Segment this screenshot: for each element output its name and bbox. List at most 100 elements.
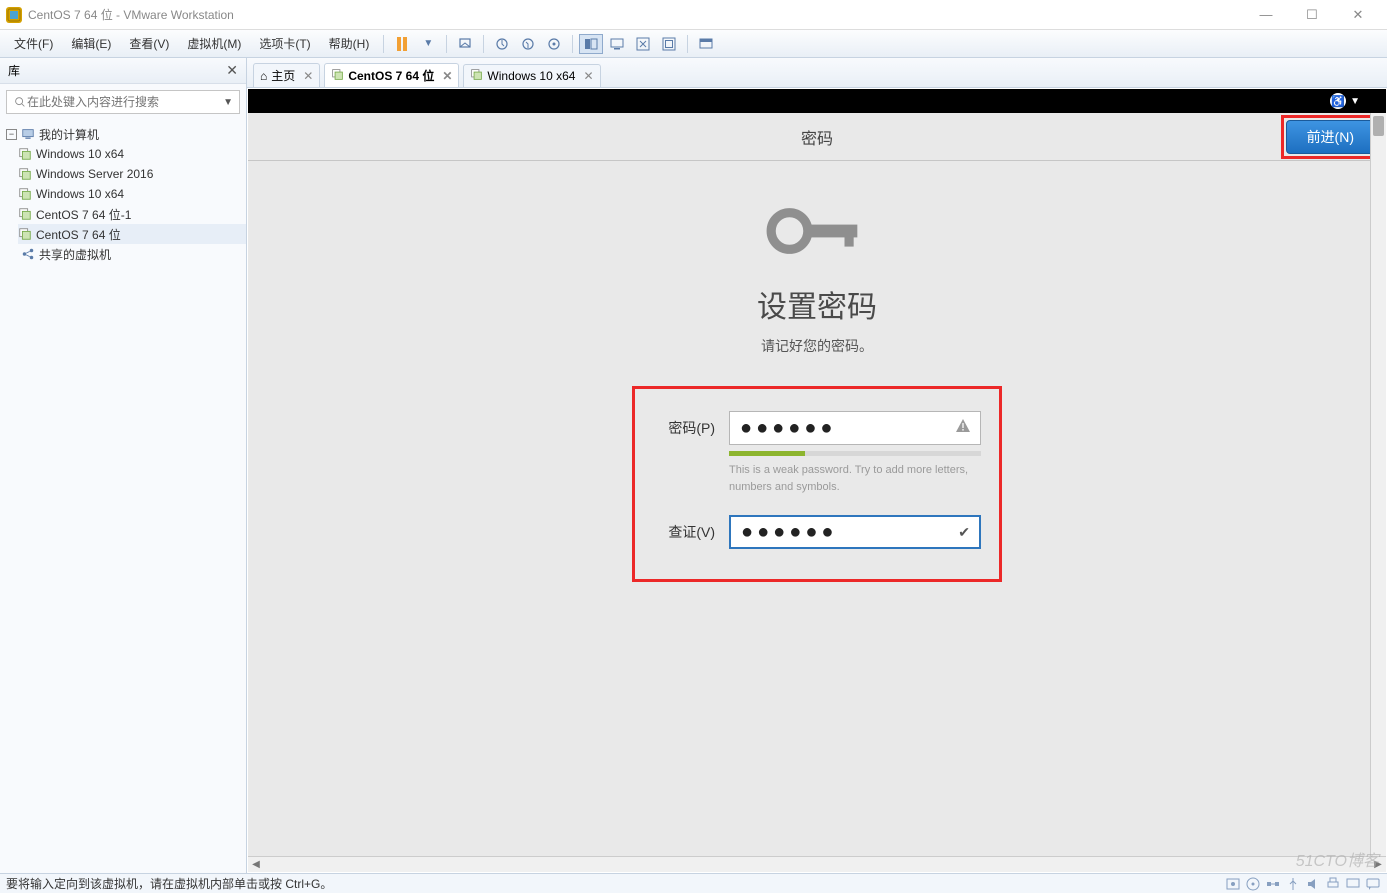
watermark: 51CTO博客 (1296, 847, 1379, 871)
minimize-button[interactable]: — (1243, 0, 1289, 30)
message-icon[interactable] (1365, 876, 1381, 892)
search-input[interactable] (27, 95, 223, 109)
verify-input[interactable]: ●●●●●● ✔ (729, 515, 981, 549)
sidebar-header: 库 ✕ (0, 58, 246, 84)
network-icon[interactable] (1265, 876, 1281, 892)
vm-icon (18, 147, 32, 161)
vm-icon (18, 207, 32, 221)
tab-windows[interactable]: Windows 10 x64✕ (463, 64, 600, 87)
tree-item-vm-selected[interactable]: CentOS 7 64 位 (18, 224, 246, 244)
verify-label: 查证(V) (653, 522, 715, 542)
divider (446, 35, 447, 53)
status-text: 要将输入定向到该虚拟机，请在虚拟机内部单击或按 Ctrl+G。 (6, 875, 332, 892)
snapshot-revert-button[interactable] (542, 34, 566, 54)
password-strength-bar (729, 451, 981, 456)
tab-close-icon[interactable]: ✕ (583, 69, 593, 83)
vm-tree: − 我的计算机 Windows 10 x64 Windows Server 20… (0, 120, 246, 268)
scroll-left-icon[interactable]: ◀ (248, 857, 264, 873)
home-icon: ⌂ (260, 69, 267, 83)
tree-item-label: Windows 10 x64 (36, 187, 124, 201)
close-button[interactable]: ✕ (1335, 0, 1381, 30)
thumbnail-button[interactable] (579, 34, 603, 54)
right-pane: ⌂主页✕ CentOS 7 64 位 ✕ Windows 10 x64✕ ♿ ▼ … (247, 58, 1387, 873)
disk-icon[interactable] (1225, 876, 1241, 892)
tree-item-label: CentOS 7 64 位 (36, 226, 121, 243)
tab-home[interactable]: ⌂主页✕ (253, 63, 320, 87)
printer-icon[interactable] (1325, 876, 1341, 892)
password-hint: This is a weak password. Try to add more… (729, 462, 981, 495)
next-button[interactable]: 前进(N) (1286, 120, 1375, 154)
search-box[interactable]: ▼ (6, 90, 240, 114)
warning-icon (955, 418, 971, 439)
computer-icon (21, 127, 35, 141)
scrollbar-horizontal[interactable]: ◀ ▶ (248, 856, 1386, 872)
tab-label: CentOS 7 64 位 (348, 67, 434, 84)
display-icon[interactable] (1345, 876, 1361, 892)
tree-item-label: CentOS 7 64 位-1 (36, 206, 131, 223)
tree-item-label: Windows Server 2016 (36, 167, 153, 181)
sidebar-header-label: 库 (8, 62, 20, 79)
tree-root-shared[interactable]: − 共享的虚拟机 (0, 244, 246, 264)
tab-close-icon[interactable]: ✕ (442, 69, 452, 83)
titlebar: CentOS 7 64 位 - VMware Workstation — ☐ ✕ (0, 0, 1387, 30)
cd-icon[interactable] (1245, 876, 1261, 892)
scroll-thumb[interactable] (1373, 116, 1384, 136)
password-value: ●●●●●● (740, 417, 836, 440)
accessibility-icon[interactable]: ♿ (1330, 93, 1346, 109)
tree-root-label: 我的计算机 (39, 126, 99, 143)
tree-item-vm[interactable]: Windows 10 x64 (18, 144, 246, 164)
usb-icon[interactable] (1285, 876, 1301, 892)
fullscreen-button[interactable] (657, 34, 681, 54)
sidebar-close-button[interactable]: ✕ (226, 62, 238, 79)
menu-file[interactable]: 文件(F) (6, 31, 61, 56)
tree-item-vm[interactable]: Windows Server 2016 (18, 164, 246, 184)
console-button[interactable] (605, 34, 629, 54)
snapshot-button[interactable] (490, 34, 514, 54)
dropdown-icon[interactable]: ▼ (1350, 96, 1360, 107)
divider (687, 35, 688, 53)
tree-item-vm[interactable]: CentOS 7 64 位-1 (18, 204, 246, 224)
page-subtitle: 请记好您的密码。 (248, 336, 1386, 356)
vmware-icon (6, 7, 22, 23)
snapshot-manage-button[interactable] (516, 34, 540, 54)
collapse-icon[interactable]: − (6, 129, 17, 140)
vm-content: 密码 前进(N) 设置密码 请记好您的密码。 密码(P) (248, 113, 1386, 872)
tree-shared-label: 共享的虚拟机 (39, 246, 111, 263)
power-dropdown[interactable]: ▼ (416, 34, 440, 54)
sidebar: 库 ✕ ▼ − 我的计算机 Windows 10 x64 Windows Ser… (0, 58, 247, 873)
menu-view[interactable]: 查看(V) (121, 31, 177, 56)
maximize-button[interactable]: ☐ (1289, 0, 1335, 30)
vm-icon (18, 227, 32, 241)
menu-tabs[interactable]: 选项卡(T) (251, 31, 318, 56)
menu-edit[interactable]: 编辑(E) (63, 31, 119, 56)
window-title: CentOS 7 64 位 - VMware Workstation (28, 6, 1243, 23)
send-button[interactable] (453, 34, 477, 54)
page-heading: 设置密码 (248, 282, 1386, 326)
search-dropdown-icon[interactable]: ▼ (223, 97, 233, 108)
sound-icon[interactable] (1305, 876, 1321, 892)
scrollbar-vertical[interactable] (1370, 113, 1386, 856)
highlight-next: 前进(N) (1281, 115, 1380, 159)
password-input[interactable]: ●●●●●● (729, 411, 981, 445)
strength-fill (729, 451, 805, 456)
vm-viewport[interactable]: ♿ ▼ 密码 前进(N) 设置密码 请记好您的密码。 (248, 89, 1386, 872)
tab-close-icon[interactable]: ✕ (303, 69, 313, 83)
verify-value: ●●●●●● (741, 521, 837, 544)
divider (483, 35, 484, 53)
tree-item-vm[interactable]: Windows 10 x64 (18, 184, 246, 204)
menu-vm[interactable]: 虚拟机(M) (179, 31, 249, 56)
pause-button[interactable] (390, 34, 414, 54)
search-icon (13, 95, 27, 109)
unity-button[interactable] (694, 34, 718, 54)
form-highlight: 密码(P) ●●●●●● This is a weak password. Tr… (632, 386, 1002, 582)
tabs: ⌂主页✕ CentOS 7 64 位 ✕ Windows 10 x64✕ (247, 58, 1387, 88)
status-icons (1225, 876, 1381, 892)
key-icon (757, 201, 877, 266)
tree-root-mycomputer[interactable]: − 我的计算机 (0, 124, 246, 144)
menu-help[interactable]: 帮助(H) (321, 31, 378, 56)
password-label: 密码(P) (653, 418, 715, 438)
vm-icon (331, 68, 344, 84)
tab-centos[interactable]: CentOS 7 64 位 ✕ (324, 63, 459, 87)
stretch-button[interactable] (631, 34, 655, 54)
vm-header-title: 密码 (801, 125, 833, 149)
